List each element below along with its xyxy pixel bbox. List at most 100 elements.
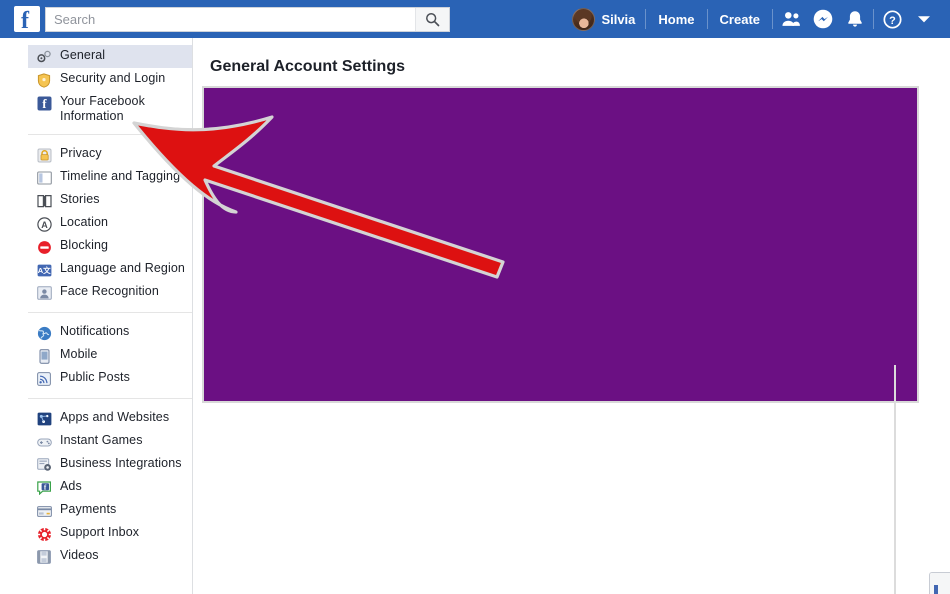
film-icon [36,549,52,565]
sidebar-group-privacy: Privacy Timeline and Tagging Stories A L… [0,143,192,304]
facebook-logo-icon[interactable]: f [14,6,40,32]
svg-text:?: ? [889,14,896,26]
business-gear-icon [36,457,52,473]
search-bar[interactable] [45,6,450,32]
sidebar-item-label: Ads [60,479,82,493]
sidebar-item-notifications[interactable]: Notifications [28,321,192,344]
sidebar-item-privacy[interactable]: Privacy [28,143,192,166]
face-recognition-icon [36,285,52,301]
sidebar-item-timeline-and-tagging[interactable]: Timeline and Tagging [28,166,192,189]
top-navigation-bar: f Silvia Home Create [0,0,950,38]
svg-text:A文: A文 [37,265,50,275]
language-icon: A文 [36,262,52,278]
sidebar-item-label: Language and Region [60,261,185,275]
svg-text:f: f [42,96,47,111]
main-content-area: General Account Settings [194,38,950,594]
sidebar-item-label: Business Integrations [60,456,182,470]
sidebar-item-label: Security and Login [60,71,166,85]
sidebar-item-ads[interactable]: f Ads [28,476,192,499]
sidebar-item-face-recognition[interactable]: Face Recognition [28,281,192,304]
apps-icon [36,411,52,427]
sidebar-item-payments[interactable]: Payments [28,499,192,522]
credit-card-icon [36,503,52,519]
sidebar-item-label: Your Facebook Information [60,94,145,123]
settings-sidebar: General Security and Login f Your Facebo… [0,38,193,594]
sidebar-item-label: Instant Games [60,433,143,447]
shield-icon [36,72,52,88]
location-circle-icon: A [36,216,52,232]
sidebar-item-label: Location [60,215,109,229]
home-link[interactable]: Home [648,5,704,33]
account-chevron-down-icon[interactable] [908,5,940,33]
timeline-icon [36,170,52,186]
book-icon [36,193,52,209]
sidebar-item-general[interactable]: General [28,45,192,68]
create-label: Create [719,11,760,27]
sidebar-item-location[interactable]: A Location [28,212,192,235]
sidebar-group-account: General Security and Login f Your Facebo… [0,45,192,126]
sidebar-divider [28,312,192,313]
sidebar-divider [28,398,192,399]
notifications-bell-icon[interactable] [839,5,871,33]
sidebar-item-label: Blocking [60,238,109,252]
avatar [572,7,596,31]
sidebar-item-label: Stories [60,192,100,206]
mobile-phone-icon [36,348,52,364]
page-scrollbar-track[interactable] [894,365,896,594]
sidebar-divider [28,134,192,135]
gear-icon [36,49,52,65]
lock-icon [36,147,52,163]
messenger-icon[interactable] [807,5,839,33]
globe-icon [36,325,52,341]
sidebar-item-label: Public Posts [60,370,130,384]
create-link[interactable]: Create [710,5,770,33]
chat-widget-corner[interactable] [929,572,950,594]
sidebar-item-label: General [60,48,106,62]
sidebar-item-label: Timeline and Tagging [60,169,181,183]
divider [873,9,874,29]
friend-requests-icon[interactable] [775,5,807,33]
facebook-settings-page: f Silvia Home Create [0,0,950,594]
sidebar-item-label: Face Recognition [60,284,159,298]
sidebar-item-your-facebook-information[interactable]: f Your Facebook Information [28,91,192,126]
sidebar-item-instant-games[interactable]: Instant Games [28,430,192,453]
sidebar-item-business-integrations[interactable]: Business Integrations [28,453,192,476]
page-title: General Account Settings [210,58,405,75]
profile-name-label: Silvia [601,11,636,27]
ads-icon: f [36,480,52,496]
sidebar-item-videos[interactable]: Videos [28,545,192,568]
rss-icon [36,371,52,387]
sidebar-item-apps-and-websites[interactable]: Apps and Websites [28,407,192,430]
home-label: Home [658,11,695,27]
svg-text:f: f [21,8,30,32]
sidebar-item-label: Payments [60,502,117,516]
sidebar-group-apps: Apps and Websites Instant Games Business… [0,407,192,568]
sidebar-item-label: Privacy [60,146,102,160]
search-input[interactable] [46,7,416,31]
divider [645,9,647,29]
sidebar-item-label: Videos [60,548,99,562]
sidebar-item-label: Apps and Websites [60,410,170,424]
divider [772,9,773,29]
sidebar-item-security-and-login[interactable]: Security and Login [28,68,192,91]
sidebar-item-mobile[interactable]: Mobile [28,344,192,367]
profile-link[interactable]: Silvia [568,5,643,33]
search-icon[interactable] [415,7,449,31]
divider [706,9,708,29]
help-question-icon[interactable]: ? [876,5,908,33]
sidebar-item-public-posts[interactable]: Public Posts [28,367,192,390]
top-bar-right-actions: Silvia Home Create ? [568,0,950,38]
sidebar-item-label: Support Inbox [60,525,140,539]
svg-text:A: A [41,220,48,230]
sidebar-item-support-inbox[interactable]: Support Inbox [28,522,192,545]
sidebar-item-stories[interactable]: Stories [28,189,192,212]
block-icon [36,239,52,255]
gamepad-icon [36,434,52,450]
sidebar-item-language-and-region[interactable]: A文 Language and Region [28,258,192,281]
sidebar-group-notifications: Notifications Mobile Public Posts [0,321,192,390]
redacted-content-panel [202,86,919,403]
sidebar-item-label: Notifications [60,324,130,338]
sidebar-item-label: Mobile [60,347,98,361]
facebook-square-icon: f [36,95,52,111]
sidebar-item-blocking[interactable]: Blocking [28,235,192,258]
